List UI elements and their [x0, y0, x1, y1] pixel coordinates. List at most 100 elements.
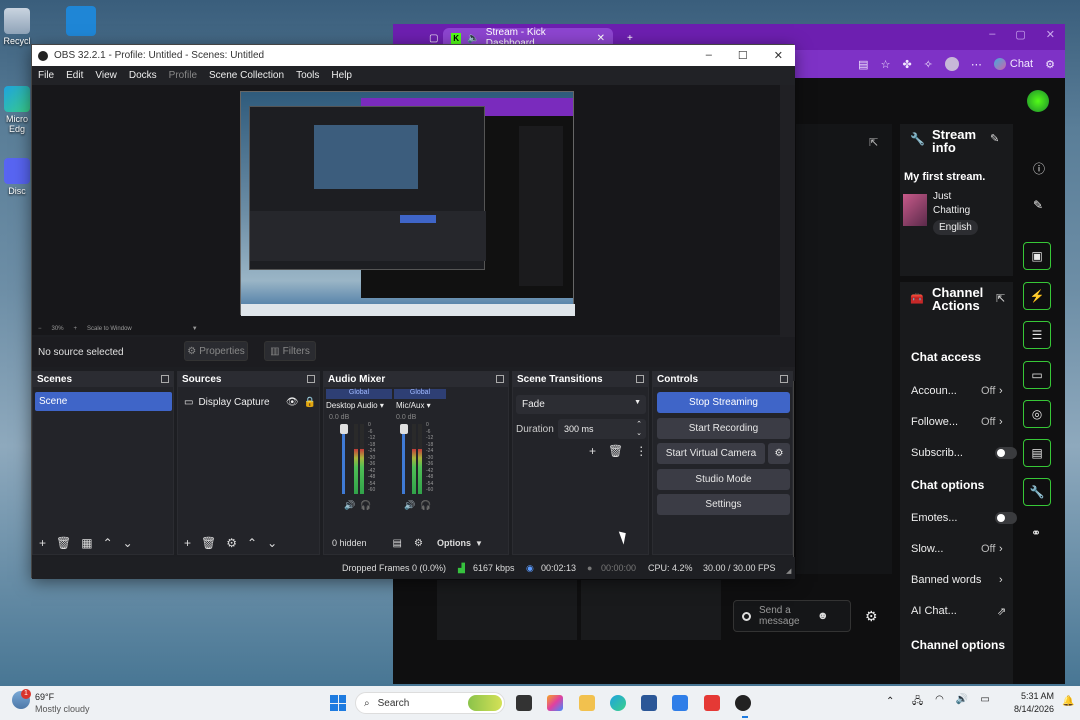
popout-icon[interactable]: ⇱	[996, 292, 1005, 305]
mic-aux-select[interactable]: Mic/Aux ▾	[396, 401, 448, 410]
up-icon[interactable]: ⌃	[103, 536, 113, 550]
copilot-chat-button[interactable]: Chat	[993, 58, 1033, 70]
studio-mode-button[interactable]: Studio Mode	[657, 469, 790, 490]
info-icon[interactable]: ⓘ	[1033, 160, 1045, 177]
profile-avatar[interactable]	[944, 57, 959, 71]
headphones-icon[interactable]: 🎧	[360, 500, 371, 511]
share-icon[interactable]: ⚭	[1031, 526, 1041, 540]
network-icon[interactable]: 🖧	[912, 694, 923, 711]
virtual-camera-settings-icon[interactable]: ⚙	[768, 443, 790, 464]
banned-words-row[interactable]: Banned words ›	[911, 570, 1011, 590]
start-recording-button[interactable]: Start Recording	[657, 418, 790, 439]
duration-input[interactable]: 300 ms ⌃ ⌄	[558, 419, 646, 439]
more-icon[interactable]: ⋯	[971, 58, 982, 71]
tools-button[interactable]: 🔧	[1023, 478, 1051, 506]
popout-icon[interactable]: ⇱	[869, 136, 878, 149]
lightning-button[interactable]: ⚡	[1023, 282, 1051, 310]
start-button[interactable]	[330, 695, 346, 711]
recycle-bin-icon[interactable]: Recycl	[0, 8, 34, 46]
subscribers-toggle[interactable]	[995, 447, 1017, 459]
resize-grip-icon[interactable]: ◢	[786, 567, 791, 575]
zoom-out-icon[interactable]: −	[38, 326, 42, 332]
options-button[interactable]: Options	[437, 538, 471, 548]
headphones-icon[interactable]: 🎧	[420, 500, 431, 511]
desktop-volume-slider[interactable]	[342, 424, 345, 494]
taskbar-search[interactable]: ⌕ Search	[355, 692, 505, 714]
down-icon[interactable]: ⌄	[267, 536, 277, 550]
menu-file[interactable]: File	[38, 70, 54, 81]
filter-icon[interactable]: ▦	[81, 536, 92, 550]
menu-view[interactable]: View	[95, 70, 117, 81]
maximize-icon[interactable]: ☐	[738, 49, 748, 62]
minimize-icon[interactable]: –	[989, 28, 995, 41]
undock-icon[interactable]	[636, 375, 644, 383]
menu-help[interactable]: Help	[331, 70, 352, 81]
photos-app-icon[interactable]	[66, 6, 96, 36]
ai-chat-row[interactable]: AI Chat... ⇗	[911, 601, 1011, 621]
reader-icon[interactable]: ▤	[858, 58, 868, 71]
settings-button[interactable]: Settings	[657, 494, 790, 515]
source-item[interactable]: ▭ Display Capture 👁 🔒	[184, 394, 316, 410]
clock-time[interactable]: 5:31 AM	[1018, 691, 1054, 701]
visibility-eye-icon[interactable]: 👁	[286, 397, 299, 408]
add-icon[interactable]: +	[39, 536, 46, 550]
up-icon[interactable]: ⌃	[247, 536, 257, 550]
gear-icon[interactable]: ⚙	[226, 536, 237, 550]
notification-bell-icon[interactable]: 🔔	[1062, 696, 1074, 707]
sidebar-settings-icon[interactable]: ⚙	[1045, 58, 1055, 71]
obs-taskbar-icon[interactable]	[735, 695, 751, 711]
extensions-icon[interactable]: ✤	[902, 58, 911, 71]
menu-edit[interactable]: Edit	[66, 70, 83, 81]
menu-docks[interactable]: Docks	[129, 70, 157, 81]
youtube-icon[interactable]	[704, 695, 720, 711]
trash-icon[interactable]: 🗑	[608, 444, 623, 458]
preview-area[interactable]	[32, 85, 780, 325]
virtual-camera-button[interactable]: Start Virtual Camera	[657, 443, 765, 464]
stop-streaming-button[interactable]: Stop Streaming	[657, 392, 790, 413]
undock-icon[interactable]	[496, 375, 504, 383]
slow-mode-row[interactable]: Slow... Off ›	[911, 539, 1011, 559]
scale-select[interactable]: Scale to Window	[87, 326, 132, 332]
undock-icon[interactable]	[780, 375, 788, 383]
chevron-down-icon[interactable]: ▼	[475, 539, 483, 548]
emoji-icon[interactable]: ☻	[817, 610, 829, 622]
volume-icon[interactable]: 🔊	[956, 694, 968, 711]
pencil-icon[interactable]: ✎	[1033, 198, 1043, 212]
user-avatar[interactable]	[1027, 90, 1049, 112]
minimize-icon[interactable]: –	[706, 49, 712, 62]
favorite-icon[interactable]: ☆	[881, 58, 891, 71]
close-window-icon[interactable]: ✕	[1046, 28, 1055, 41]
menu-profile[interactable]: Profile	[169, 70, 197, 81]
mic-volume-slider[interactable]	[402, 424, 405, 494]
accounts-age-row[interactable]: Accoun... Off ›	[911, 381, 1011, 401]
layout-button[interactable]: ▣	[1023, 242, 1051, 270]
edge-desktop-icon[interactable]: Micro Edg	[0, 86, 34, 134]
scale-dropdown-icon[interactable]: ▼	[192, 326, 198, 332]
filters-button[interactable]: ▥ Filters	[264, 341, 316, 361]
transition-select[interactable]: Fade ▼	[516, 395, 646, 414]
mic-volume-knob[interactable]	[400, 424, 408, 434]
chat-button[interactable]: ▭	[1023, 361, 1051, 389]
hidden-count[interactable]: 0 hidden	[332, 538, 367, 548]
send-message-input[interactable]: Send a message ☻	[733, 600, 851, 632]
collections-icon[interactable]: ✧	[924, 58, 933, 71]
list-button[interactable]: ☰	[1023, 321, 1051, 349]
desktop-volume-knob[interactable]	[340, 424, 348, 434]
lock-icon[interactable]: 🔒	[304, 397, 316, 408]
trash-icon[interactable]: 🗑	[201, 536, 216, 550]
close-icon[interactable]: ✕	[774, 49, 783, 62]
queue-button[interactable]: ▤	[1023, 439, 1051, 467]
edge-taskbar-icon[interactable]	[610, 695, 626, 711]
more-vertical-icon[interactable]: ⋮	[635, 444, 647, 458]
desktop-audio-select[interactable]: Desktop Audio ▾	[326, 401, 392, 410]
chevron-up-icon[interactable]: ⌃	[886, 696, 894, 707]
outlook-icon[interactable]	[672, 695, 688, 711]
file-explorer-icon[interactable]	[579, 695, 595, 711]
zoom-in-icon[interactable]: +	[74, 326, 78, 332]
broadcast-button[interactable]: ◎	[1023, 400, 1051, 428]
chat-settings-icon[interactable]: ⚙	[865, 608, 878, 625]
close-tab-icon[interactable]: ✕	[597, 33, 605, 44]
emotes-toggle[interactable]	[995, 512, 1017, 524]
stepper-icon[interactable]: ⌃ ⌄	[636, 420, 642, 438]
properties-button[interactable]: ⚙ Properties	[184, 341, 248, 361]
